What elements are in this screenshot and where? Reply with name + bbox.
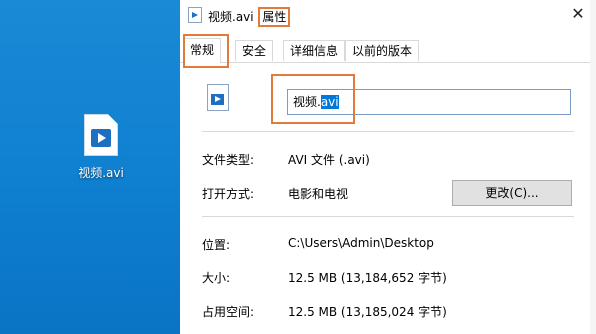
disk-size-value: 12.5 MB (13,185,024 字节) bbox=[288, 305, 447, 319]
video-file-large-icon bbox=[207, 84, 229, 111]
dialog-title-properties: 属性 bbox=[258, 7, 291, 27]
name-highlight-box bbox=[271, 74, 355, 124]
dialog-titlebar[interactable]: 视频.avi 属性 ✕ bbox=[180, 0, 596, 30]
close-icon[interactable]: ✕ bbox=[568, 4, 588, 24]
location-label: 位置: bbox=[202, 238, 231, 252]
change-button[interactable]: 更改(C)... bbox=[452, 180, 572, 206]
scroll-edge bbox=[590, 0, 596, 334]
video-file-small-icon bbox=[188, 7, 202, 23]
video-file-icon bbox=[84, 114, 118, 156]
open-with-value: 电影和电视 bbox=[288, 187, 349, 201]
general-panel: 视频.avi 文件类型: AVI 文件 (.avi) 打开方式: 电影和电视 更… bbox=[180, 63, 596, 334]
dialog-title: 视频.avi 属性 bbox=[208, 7, 291, 27]
desktop-file-label: 视频.avi bbox=[78, 166, 124, 180]
dialog-title-filename: 视频.avi bbox=[208, 10, 258, 24]
desktop-background: 视频.avi bbox=[0, 0, 180, 334]
size-label: 大小: bbox=[202, 271, 231, 285]
open-with-label: 打开方式: bbox=[202, 187, 255, 201]
tab-details[interactable]: 详细信息 bbox=[283, 40, 346, 61]
divider bbox=[202, 216, 574, 217]
disk-size-label: 占用空间: bbox=[202, 305, 255, 319]
desktop-file-video[interactable]: 视频.avi bbox=[76, 114, 126, 181]
tab-previous-versions[interactable]: 以前的版本 bbox=[345, 40, 420, 61]
file-type-label: 文件类型: bbox=[202, 153, 255, 167]
tab-security[interactable]: 安全 bbox=[235, 40, 274, 61]
location-value: C:\Users\Admin\Desktop bbox=[288, 236, 434, 250]
size-value: 12.5 MB (13,184,652 字节) bbox=[288, 271, 447, 285]
divider bbox=[202, 131, 574, 132]
tab-bar: 常规 安全 详细信息 以前的版本 bbox=[180, 38, 596, 63]
file-type-value: AVI 文件 (.avi) bbox=[288, 153, 370, 167]
properties-dialog: 视频.avi 属性 ✕ 常规 安全 详细信息 以前的版本 视频.avi 文件类型… bbox=[180, 0, 596, 334]
